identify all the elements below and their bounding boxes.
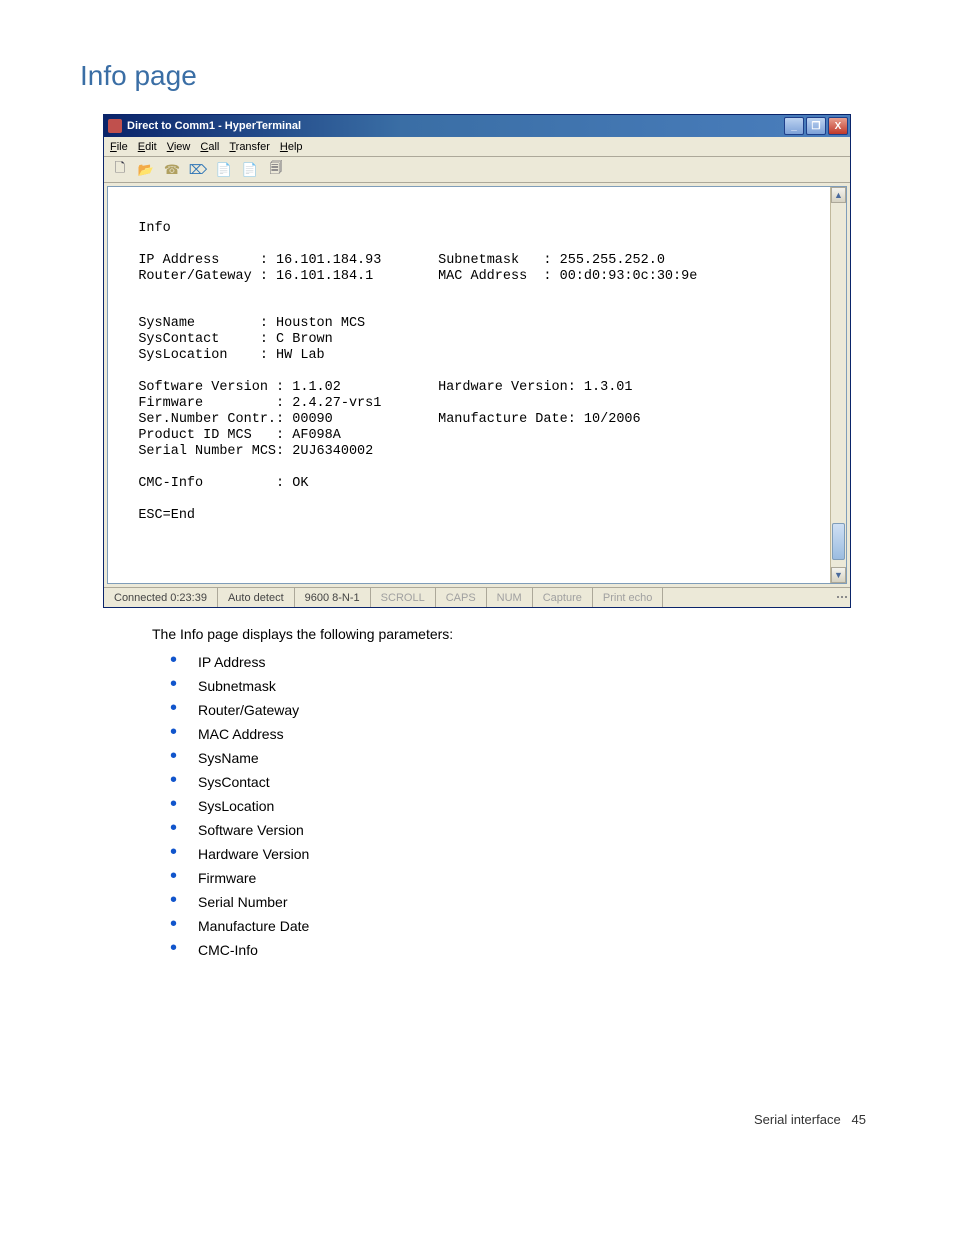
page-footer: Serial interface 45 <box>80 1112 874 1127</box>
app-icon <box>108 119 122 133</box>
toolbar: 🗋 📂 ☎ ⌦ 📄 📄 🗐 <box>104 157 850 183</box>
menu-edit[interactable]: Edit <box>138 141 157 153</box>
status-num: NUM <box>487 588 533 607</box>
menu-call[interactable]: Call <box>200 141 219 153</box>
titlebar[interactable]: Direct to Comm1 - HyperTerminal _ ❐ X <box>104 115 850 137</box>
list-item: Software Version <box>170 818 874 842</box>
page-heading: Info page <box>80 60 874 92</box>
menu-help[interactable]: Help <box>280 141 303 153</box>
scroll-thumb[interactable] <box>832 523 845 559</box>
phone-icon[interactable]: ☎ <box>162 160 182 180</box>
list-item: IP Address <box>170 650 874 674</box>
list-item: SysName <box>170 746 874 770</box>
open-icon[interactable]: 📂 <box>136 160 156 180</box>
send-icon[interactable]: 📄 <box>214 160 234 180</box>
status-detect: Auto detect <box>218 588 295 607</box>
list-item: Firmware <box>170 866 874 890</box>
menu-transfer[interactable]: Transfer <box>229 141 270 153</box>
list-item: Serial Number <box>170 890 874 914</box>
menu-file[interactable]: File <box>110 141 128 153</box>
status-echo: Print echo <box>593 588 664 607</box>
disconnect-icon[interactable]: ⌦ <box>188 160 208 180</box>
list-item: Manufacture Date <box>170 914 874 938</box>
resize-grip-icon[interactable] <box>834 595 850 601</box>
list-item: Hardware Version <box>170 842 874 866</box>
minimize-button[interactable]: _ <box>784 117 804 135</box>
list-item: MAC Address <box>170 722 874 746</box>
scroll-track[interactable] <box>831 203 846 567</box>
terminal-output[interactable]: Info IP Address : 16.101.184.93 Subnetma… <box>108 187 846 583</box>
status-scroll: SCROLL <box>371 588 436 607</box>
status-baud: 9600 8-N-1 <box>295 588 371 607</box>
menu-view[interactable]: View <box>167 141 191 153</box>
new-icon[interactable]: 🗋 <box>110 160 130 180</box>
footer-page-number: 45 <box>852 1112 866 1127</box>
hyperterminal-window: Direct to Comm1 - HyperTerminal _ ❐ X Fi… <box>103 114 851 608</box>
list-item: Subnetmask <box>170 674 874 698</box>
list-item: Router/Gateway <box>170 698 874 722</box>
footer-section: Serial interface <box>754 1112 841 1127</box>
scroll-down-icon[interactable]: ▼ <box>831 567 846 583</box>
caption-text: The Info page displays the following par… <box>152 626 874 642</box>
properties-icon[interactable]: 🗐 <box>266 160 286 180</box>
list-item: SysContact <box>170 770 874 794</box>
maximize-button[interactable]: ❐ <box>806 117 826 135</box>
vertical-scrollbar[interactable]: ▲ ▼ <box>830 187 846 583</box>
parameter-list: IP Address Subnetmask Router/Gateway MAC… <box>170 650 874 962</box>
status-caps: CAPS <box>436 588 487 607</box>
status-connected: Connected 0:23:39 <box>104 588 218 607</box>
scroll-up-icon[interactable]: ▲ <box>831 187 846 203</box>
statusbar: Connected 0:23:39 Auto detect 9600 8-N-1… <box>104 587 850 607</box>
menubar: File Edit View Call Transfer Help <box>104 137 850 157</box>
receive-icon[interactable]: 📄 <box>240 160 260 180</box>
list-item: CMC-Info <box>170 938 874 962</box>
window-title: Direct to Comm1 - HyperTerminal <box>127 120 784 132</box>
list-item: SysLocation <box>170 794 874 818</box>
status-capture: Capture <box>533 588 593 607</box>
close-button[interactable]: X <box>828 117 848 135</box>
